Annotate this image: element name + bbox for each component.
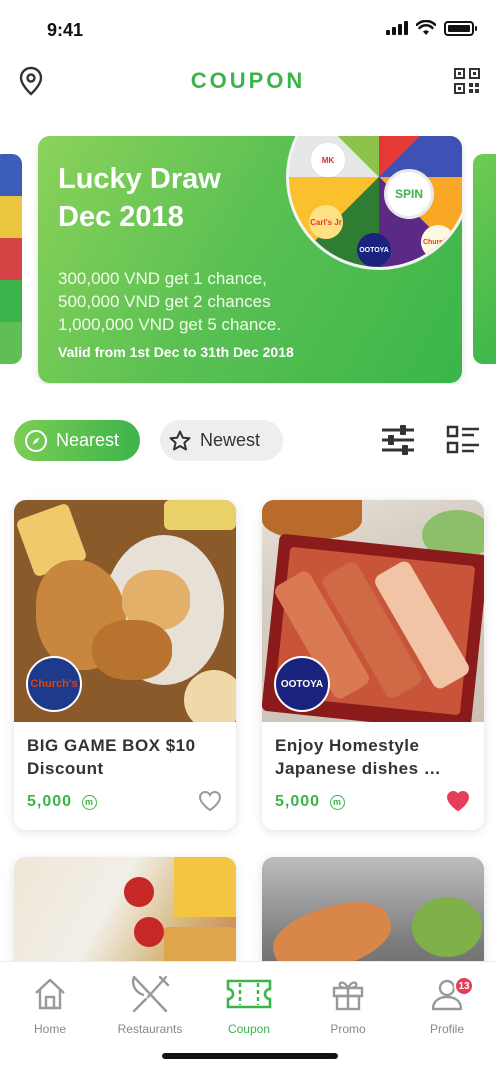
coupon-image: OOTOYA — [262, 500, 484, 722]
ootoya-logo-icon: OOTOYA — [274, 656, 330, 712]
filter-bar: Nearest Newest — [0, 420, 496, 464]
coupon-title: Enjoy Homestyle Japanese dishes … — [275, 736, 442, 778]
nearest-label: Nearest — [56, 430, 120, 450]
home-indicator — [162, 1053, 338, 1059]
list-view-icon[interactable] — [446, 424, 480, 456]
tab-promo[interactable]: Promo — [303, 972, 393, 1036]
prize-wheel[interactable]: MK Carl's Jr OOTOYA Church's SPIN — [286, 136, 462, 270]
qr-code-icon[interactable] — [454, 68, 480, 94]
coupon-image: Church's — [14, 500, 236, 722]
coupon-card[interactable]: OOTOYA Enjoy Homestyle Japanese dishes …… — [262, 500, 484, 830]
tab-coupon[interactable]: Coupon — [204, 972, 294, 1036]
banner-line: 500,000 VND get 2 chances — [58, 292, 271, 311]
ticket-icon — [226, 979, 272, 1009]
ootoya-logo-icon: OOTOYA — [357, 233, 391, 267]
filter-sliders-icon[interactable] — [380, 424, 416, 456]
home-icon — [35, 978, 65, 1010]
coupon-title: BIG GAME BOX $10 Discount — [27, 736, 196, 778]
previous-banner[interactable] — [0, 154, 22, 364]
compass-icon — [25, 429, 47, 452]
banner-line: 1,000,000 VND get 5 chance. — [58, 315, 282, 334]
tab-restaurants[interactable]: Restaurants — [105, 972, 195, 1036]
churchs-logo-icon: Church's — [421, 225, 455, 259]
gift-icon — [332, 981, 364, 1011]
wifi-icon — [416, 20, 436, 35]
next-banner[interactable] — [473, 154, 496, 364]
coupon-points: 5,000 m — [275, 793, 346, 811]
status-bar: 9:41 — [0, 0, 496, 60]
page-title: COUPON — [190, 68, 306, 93]
heart-filled-icon[interactable] — [446, 790, 470, 812]
battery-icon — [444, 20, 477, 36]
heart-outline-icon[interactable] — [198, 790, 222, 812]
promo-carousel[interactable]: Lucky Draw Dec 2018 300,000 VND get 1 ch… — [0, 136, 496, 384]
header: COUPON — [0, 60, 496, 104]
status-time: 9:41 — [47, 20, 84, 40]
signal-icon — [386, 21, 408, 35]
carls-jr-logo-icon: Carl's Jr — [309, 205, 343, 239]
banner-title: Lucky Draw Dec 2018 — [58, 163, 221, 233]
banner-line: 300,000 VND get 1 chance, — [58, 269, 267, 288]
status-icons — [386, 20, 477, 36]
fork-knife-icon — [131, 975, 170, 1013]
newest-filter-chip[interactable]: Newest — [160, 420, 283, 461]
lucky-draw-banner[interactable]: Lucky Draw Dec 2018 300,000 VND get 1 ch… — [38, 136, 462, 383]
banner-valid-dates: Valid from 1st Dec to 31th Dec 2018 — [58, 344, 294, 360]
notification-badge: 13 — [454, 976, 474, 996]
tab-home[interactable]: Home — [5, 972, 95, 1036]
mk-logo-icon: MK — [311, 143, 345, 177]
newest-label: Newest — [200, 430, 261, 450]
churchs-logo-icon: Church's — [26, 656, 82, 712]
nearest-filter-chip[interactable]: Nearest — [14, 420, 140, 461]
coin-icon: m — [82, 794, 98, 810]
star-icon — [169, 430, 191, 450]
coupon-card[interactable]: Church's BIG GAME BOX $10 Discount 5,000… — [14, 500, 236, 830]
spin-button[interactable]: SPIN — [384, 169, 434, 219]
tab-profile[interactable]: 13 Profile — [402, 972, 492, 1036]
coin-icon: m — [330, 794, 346, 810]
coupon-points: 5,000 m — [27, 793, 98, 811]
